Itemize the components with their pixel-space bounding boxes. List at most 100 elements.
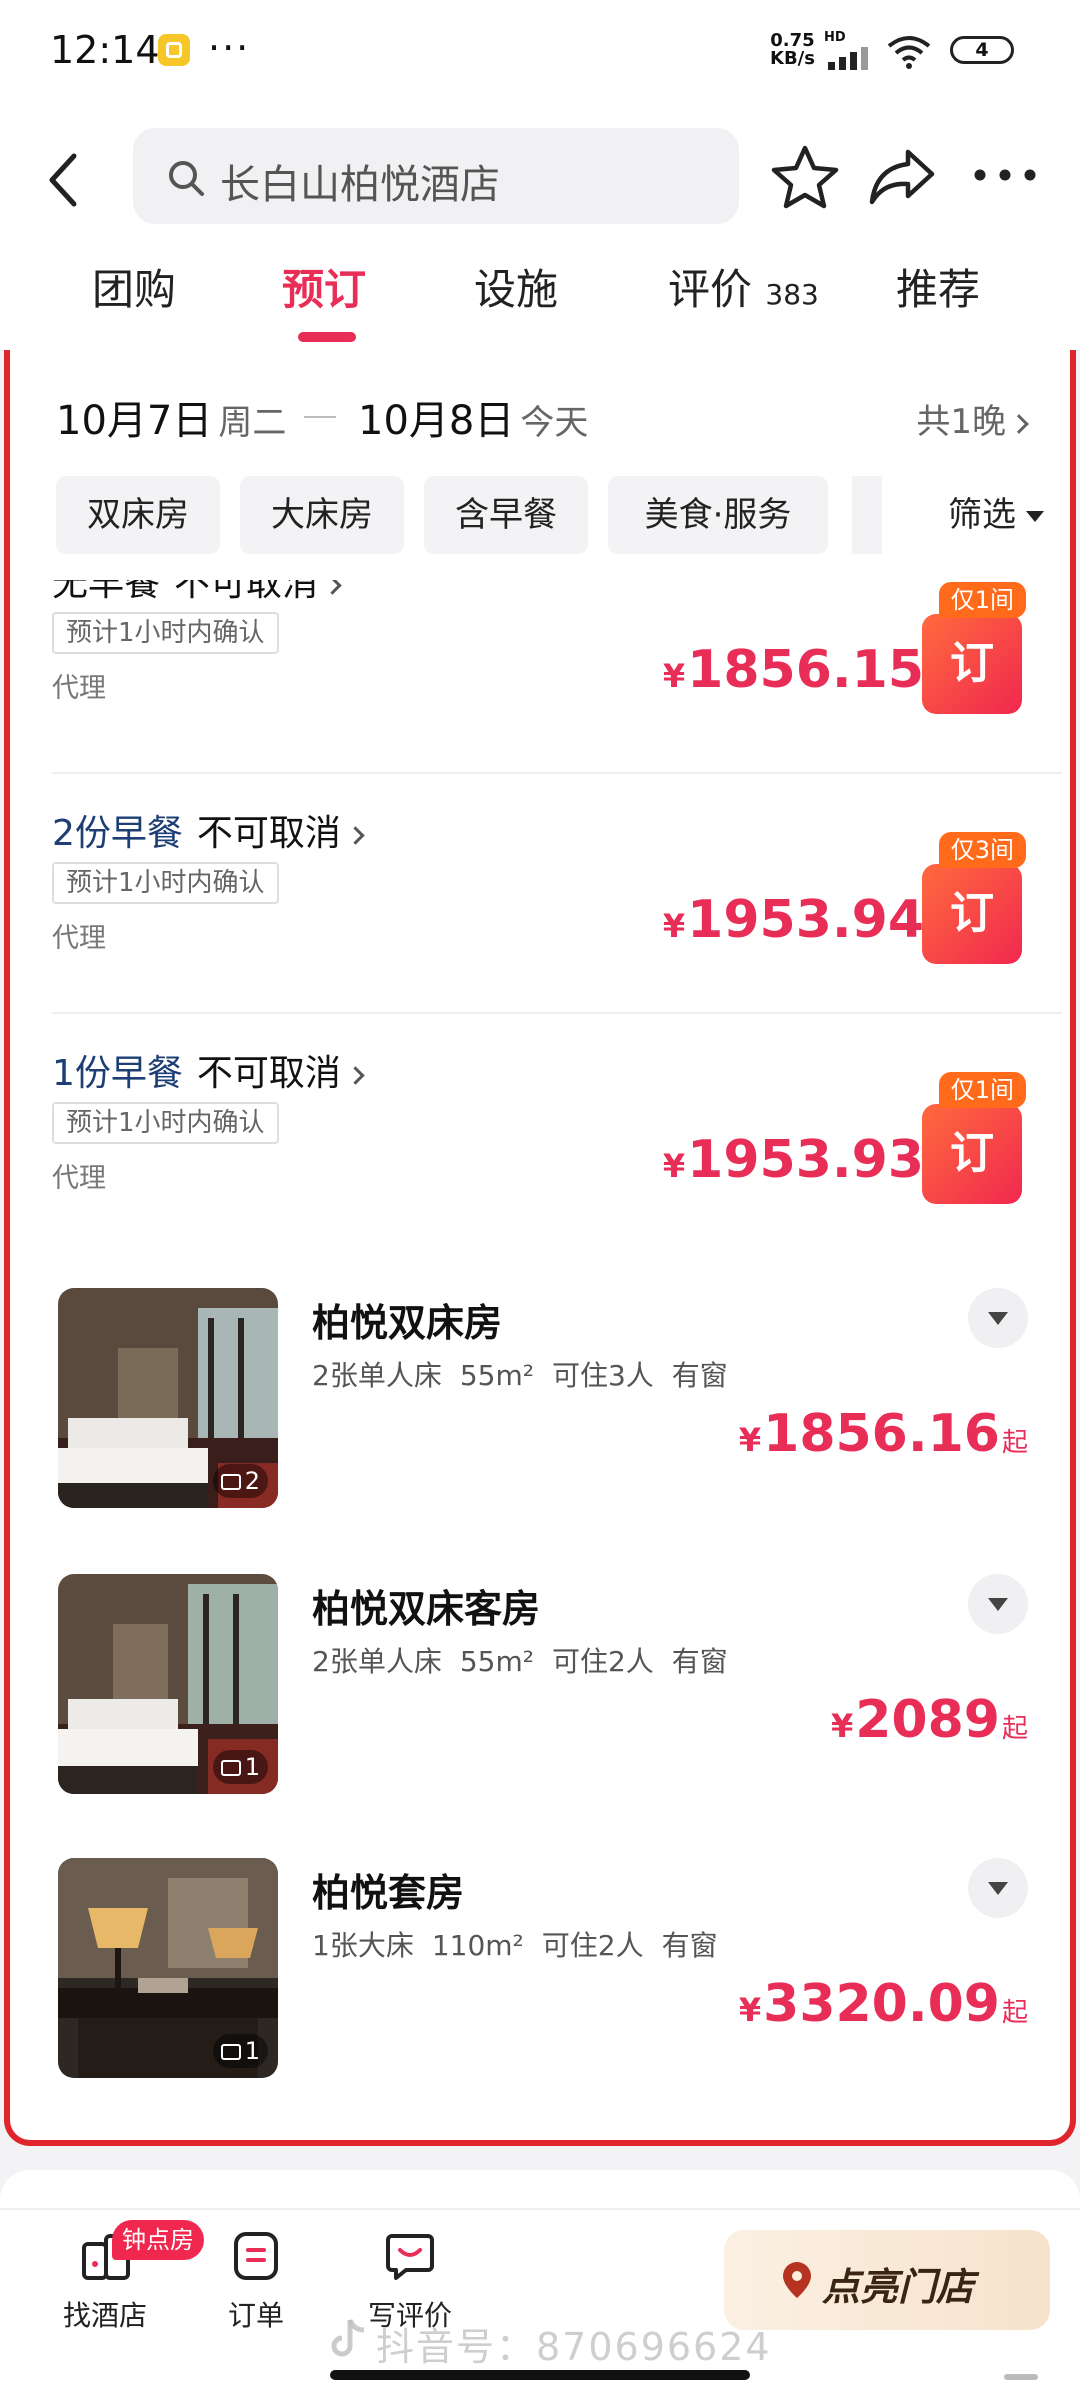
rate-plan-title: 1份早餐 不可取消 [52,1044,365,1096]
nav-label: 订单 [227,2299,284,2332]
back-icon[interactable] [42,150,86,210]
room-price: ¥3320.09起 [739,1974,1028,2034]
tab-reviews[interactable]: 评价 383 [668,256,819,317]
rooms-left-badge: 仅1间 [938,582,1026,618]
signal-icon [828,47,868,70]
watermark: 抖音号：870696624 [376,2325,772,2369]
chip-dining-service[interactable]: 美食·服务 [608,476,828,554]
filter-chips: 双床房 大床房 含早餐 美食·服务 筛选 [10,470,1070,580]
expand-caret-icon[interactable] [968,1858,1028,1918]
room-name: 柏悦双床房 [312,1301,503,1345]
date-separator [304,416,336,418]
filter-label: 筛选 [948,495,1016,535]
image-icon [220,1474,241,1490]
price-suffix: 起 [1001,1998,1028,2028]
rooms-left-badge: 仅3间 [938,832,1026,868]
nights-label: 共1晚 [916,402,1006,442]
tab-booking[interactable]: 预订 [282,256,366,317]
currency-symbol: ¥ [662,907,686,945]
room-area: 55m² [459,1645,534,1678]
tab-recommend[interactable]: 推荐 [896,256,980,317]
network-speed: 0.75 KB/s [770,32,815,68]
chip-king-bed[interactable]: 大床房 [240,476,404,554]
location-pin-icon [783,2262,811,2298]
room-card[interactable]: 2 柏悦双床房 2张单人床 55m² 可住3人 有窗 ¥1856.16起 [52,1288,1062,1528]
price-value: 1856.16 [763,1404,1000,1464]
room-area: 55m² [459,1359,534,1392]
rate-plan-title: 2份早餐 不可取消 [52,804,365,856]
photo-count-value: 2 [244,1467,260,1495]
bed-type: 1张大床 [312,1929,414,1962]
expand-caret-icon[interactable] [968,1288,1028,1348]
currency-symbol: ¥ [738,1421,762,1459]
room-photo[interactable]: 1 [58,1574,278,1794]
review-icon [386,2234,434,2280]
window-info: 有窗 [671,1359,728,1392]
price-suffix: 起 [1001,1714,1028,1744]
currency-symbol: ¥ [662,1147,686,1185]
book-button[interactable]: 订 [922,864,1022,964]
photo-count-value: 1 [244,2037,260,2065]
confirm-tag: 预计1小时内确认 [52,862,279,904]
chevron-right-icon [346,825,365,845]
chevron-right-icon [1009,413,1029,434]
window-info: 有窗 [661,1929,718,1962]
light-store-label: 点亮门店 [822,2265,975,2309]
room-price: ¥2089起 [831,1690,1028,1750]
room-name: 柏悦套房 [312,1871,465,1915]
rate-price: ¥1953.94 [663,890,924,950]
channel-label: 代理 [52,673,106,704]
divider [0,2208,1080,2210]
search-input-text: 长白山柏悦酒店 [220,162,500,208]
price-value: 3320.09 [763,1974,1000,2034]
checkout-date: 10月8日 今天 [358,388,588,446]
room-specs: 2张单人床 55m² 可住2人 有窗 [312,1640,746,1680]
book-button[interactable]: 订 [922,1104,1022,1204]
chip-twin-bed[interactable]: 双床房 [56,476,220,554]
section-tabs: 团购 预订 设施 评价 383 推荐 [0,256,1080,346]
filter-button[interactable]: 筛选 [908,476,1044,554]
room-photo[interactable]: 1 [58,1858,278,2078]
occupancy: 可住3人 [551,1359,654,1392]
date-selector[interactable]: 10月7日 周二 10月8日 今天 共1晚 [10,350,1070,470]
chip-breakfast[interactable]: 含早餐 [424,476,588,554]
tab-group-buy[interactable]: 团购 [92,256,176,317]
active-tab-indicator [298,332,356,342]
room-photo[interactable]: 2 [58,1288,278,1508]
checkin-weekday: 周二 [218,403,287,443]
star-icon[interactable] [770,144,840,210]
occupancy: 可住2人 [551,1645,654,1678]
room-card[interactable]: 1 柏悦双床客房 2张单人床 55m² 可住2人 有窗 ¥2089起 [52,1574,1062,1814]
wifi-icon [887,36,931,69]
share-icon[interactable] [866,146,938,208]
currency-symbol: ¥ [662,657,686,695]
tab-facilities[interactable]: 设施 [474,256,558,317]
caret-down-icon [1026,511,1044,522]
expand-caret-icon[interactable] [968,1574,1028,1634]
rate-price: ¥1953.93 [663,1130,924,1190]
light-store-button[interactable]: 点亮门店 [724,2230,1050,2330]
battery-icon: 4 [950,36,1014,64]
channel-label: 代理 [52,1163,106,1194]
confirm-tag: 预计1小时内确认 [52,1102,279,1144]
douyin-logo-icon [331,2318,365,2357]
currency-symbol: ¥ [738,1991,762,2029]
room-name: 柏悦双床客房 [312,1587,541,1631]
tab-reviews-count: 383 [765,278,819,311]
channel-label: 代理 [52,923,106,954]
window-info: 有窗 [671,1645,728,1678]
book-button[interactable]: 订 [922,614,1022,714]
more-icon[interactable] [970,160,1040,190]
price-value: 2089 [855,1690,1000,1750]
bed-type: 2张单人床 [312,1645,442,1678]
room-card[interactable]: 1 柏悦套房 1张大床 110m² 可住2人 有窗 ¥3320.09起 [52,1858,1062,2098]
home-indicator[interactable] [330,2370,750,2380]
price-suffix: 起 [1001,1428,1028,1458]
network-speed-unit: KB/s [770,48,815,69]
photo-count: 2 [212,1464,268,1498]
photo-count: 1 [212,1750,268,1784]
chip-overflow [852,476,882,554]
currency-symbol: ¥ [830,1707,854,1745]
cancel-policy: 不可取消 [196,1053,341,1094]
divider [52,1012,1062,1014]
